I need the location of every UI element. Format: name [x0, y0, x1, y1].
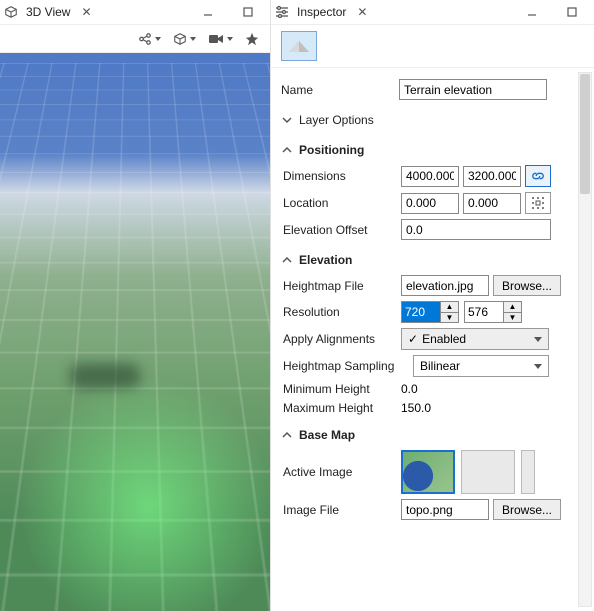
window-maximize[interactable]: [554, 3, 590, 21]
dimensions-x-input[interactable]: [401, 166, 459, 187]
basemap-title: Base Map: [299, 428, 355, 442]
spin-up[interactable]: ▲: [504, 302, 521, 313]
window-minimize[interactable]: [190, 3, 226, 21]
view3d-tab-close[interactable]: ✕: [78, 5, 94, 19]
resolution-y-input[interactable]: [465, 302, 503, 322]
sampling-label: Heightmap Sampling: [283, 359, 413, 373]
location-x-input[interactable]: [401, 193, 459, 214]
inspector-tab-close[interactable]: ✕: [354, 5, 370, 19]
inspector-icon: [275, 5, 289, 19]
name-label: Name: [281, 83, 399, 97]
bookmark-button[interactable]: [242, 30, 262, 48]
apply-align-select[interactable]: Enabled: [401, 328, 549, 350]
cube-icon: [4, 5, 18, 19]
name-input[interactable]: [399, 79, 547, 100]
chevron-up-icon: [281, 429, 293, 441]
cube-menu[interactable]: [170, 30, 199, 48]
basemap-thumb-2[interactable]: [461, 450, 515, 494]
scrollbar-handle[interactable]: [580, 74, 590, 194]
dimensions-label: Dimensions: [283, 169, 401, 183]
camera-menu[interactable]: [205, 31, 236, 47]
chevron-down-icon: [281, 114, 293, 126]
min-height-value: 0.0: [401, 382, 418, 396]
max-height-value: 150.0: [401, 401, 431, 415]
share-menu[interactable]: [135, 30, 164, 48]
inspector-scrollbar[interactable]: [578, 72, 592, 607]
min-height-label: Minimum Height: [283, 382, 401, 396]
sampling-select[interactable]: Bilinear: [413, 355, 549, 377]
section-positioning[interactable]: Positioning: [281, 140, 584, 160]
view3d-toolbar: [0, 25, 270, 53]
chevron-up-icon: [281, 254, 293, 266]
window-minimize[interactable]: [514, 3, 550, 21]
spin-down[interactable]: ▼: [504, 313, 521, 323]
elev-offset-input[interactable]: [401, 219, 551, 240]
terrain-type-icon[interactable]: [281, 31, 317, 61]
basemap-thumb-3[interactable]: [521, 450, 535, 494]
image-file-label: Image File: [283, 503, 401, 517]
inspector-title: Inspector: [293, 3, 350, 21]
resolution-label: Resolution: [283, 305, 401, 319]
resolution-x-spinner[interactable]: ▲▼: [401, 301, 459, 323]
view3d-title: 3D View: [22, 3, 74, 21]
elev-offset-label: Elevation Offset: [283, 223, 401, 237]
link-dimensions-toggle[interactable]: [525, 165, 551, 187]
sampling-value: Bilinear: [420, 359, 460, 373]
apply-align-value: Enabled: [408, 332, 466, 346]
basemap-thumb-1[interactable]: [401, 450, 455, 494]
snap-location-button[interactable]: [525, 192, 551, 214]
chevron-up-icon: [281, 144, 293, 156]
location-y-input[interactable]: [463, 193, 521, 214]
apply-align-label: Apply Alignments: [283, 332, 401, 346]
section-basemap[interactable]: Base Map: [281, 425, 584, 445]
max-height-label: Maximum Height: [283, 401, 401, 415]
section-elevation[interactable]: Elevation: [281, 250, 584, 270]
viewport-3d[interactable]: [0, 53, 270, 611]
section-layer-options[interactable]: Layer Options: [281, 110, 584, 130]
object-type-row: [271, 25, 594, 68]
location-label: Location: [283, 196, 401, 210]
layer-options-title: Layer Options: [299, 113, 374, 127]
image-file-input[interactable]: [401, 499, 489, 520]
resolution-y-spinner[interactable]: ▲▼: [464, 301, 522, 323]
view3d-titlebar: 3D View ✕: [0, 0, 270, 25]
active-image-label: Active Image: [283, 465, 401, 479]
dimensions-y-input[interactable]: [463, 166, 521, 187]
heightmap-file-input[interactable]: [401, 275, 489, 296]
inspector-titlebar: Inspector ✕: [271, 0, 594, 25]
resolution-x-input[interactable]: [402, 302, 440, 322]
heightmap-file-label: Heightmap File: [283, 279, 401, 293]
heightmap-browse-button[interactable]: Browse...: [493, 275, 561, 296]
window-maximize[interactable]: [230, 3, 266, 21]
spin-down[interactable]: ▼: [441, 313, 458, 323]
spin-up[interactable]: ▲: [441, 302, 458, 313]
image-file-browse-button[interactable]: Browse...: [493, 499, 561, 520]
elevation-title: Elevation: [299, 253, 352, 267]
positioning-title: Positioning: [299, 143, 364, 157]
